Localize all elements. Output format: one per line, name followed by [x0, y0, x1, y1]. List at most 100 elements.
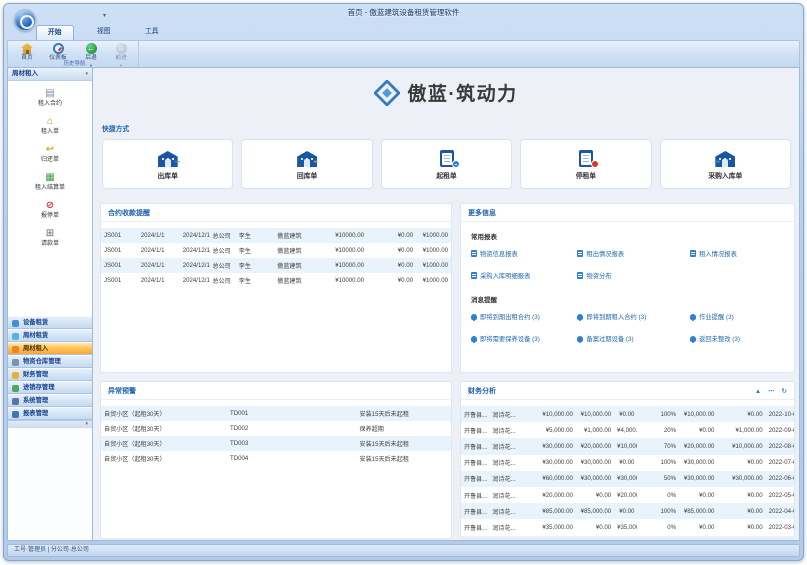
table-row[interactable]: 开鲁县...润诗花... ¥10,000.00¥10,000.00 ¥0.001…	[461, 406, 794, 422]
shortcut-card[interactable]: 回库单	[241, 139, 372, 189]
cell: 傲蓝建筑	[274, 228, 325, 243]
report-link[interactable]: 租出情况报表	[577, 249, 690, 258]
sidebar-nav-button[interactable]: 设备租赁	[8, 316, 92, 329]
report-file-icon	[690, 250, 696, 257]
cell: 李生	[236, 243, 275, 258]
report-link[interactable]: 物资分布	[577, 271, 690, 280]
cell: JS001	[101, 258, 138, 273]
table-row[interactable]: 自贸小区（起租30天） TD001 安装15天后未起租	[101, 406, 451, 421]
title-bar[interactable]: 首页 - 傲蓝建筑设备租赁管理软件	[4, 4, 803, 24]
refresh-icon[interactable]: ↻	[782, 388, 787, 395]
sidebar-nav-button[interactable]: 报表管理	[8, 407, 92, 420]
outbound-order-icon	[156, 148, 180, 167]
cell: ¥0.00	[717, 519, 765, 535]
sidebar-item[interactable]: 租入单	[8, 113, 92, 141]
table-row[interactable]: 开鲁县...润诗花... ¥5,000.00¥1,000.00 ¥4,000.0…	[461, 422, 794, 438]
sidebar-item[interactable]: 租入结算单	[8, 169, 92, 197]
sidebar-overflow-chevron[interactable]: ▾	[8, 420, 92, 428]
table-row[interactable]: 开鲁县...润诗花... ¥35,000.00¥35,000.00 ¥0.001…	[461, 536, 794, 540]
forward-icon: →	[116, 43, 127, 54]
table-row[interactable]: JS0012024/1/1 2024/12/12总公司 李生傲蓝建筑 ¥1000…	[101, 258, 451, 273]
cell: ¥35,000.00	[576, 536, 614, 540]
shortcut-card[interactable]: 采购入库单	[660, 139, 791, 189]
cell: ¥0.00	[367, 258, 416, 273]
shortcut-cards: 出库单 回库单 起租单	[102, 139, 791, 189]
cell: 傲蓝建筑	[274, 258, 325, 273]
message-link[interactable]: 返回未整改 (3)	[690, 334, 784, 343]
sidebar-nav-button[interactable]: 进销存管理	[8, 381, 92, 394]
tab-start[interactable]: 开始	[36, 25, 74, 40]
table-row[interactable]: 自贸小区（起租30天） TD004 安装15天后未起租	[101, 451, 451, 466]
message-link[interactable]: 即将到期出租合约 (3)	[471, 312, 577, 321]
sidebar-item[interactable]: 归还单	[8, 141, 92, 169]
report-link[interactable]: 采购入库明细报表	[471, 271, 577, 280]
cell: ¥30,000.00	[717, 471, 765, 487]
cell: ¥10,000.00	[576, 406, 614, 422]
report-link[interactable]: 租入情况报表	[690, 249, 784, 258]
shortcut-card[interactable]: 出库单	[102, 139, 233, 189]
sidebar-nav-button[interactable]: 物资仓库管理	[8, 355, 92, 368]
table-row[interactable]: 开鲁县...润诗花... ¥60,000.00¥30,000.00 ¥30,00…	[461, 471, 794, 487]
table-row[interactable]: 开鲁县...润诗花... ¥35,000.00¥0.00 ¥35,000.000…	[461, 519, 794, 535]
cell: 50%	[637, 471, 679, 487]
quick-access-caret-icon[interactable]: ▾	[103, 12, 106, 19]
table-row[interactable]: JS0012024/1/1 2024/12/12总公司 李生傲蓝建筑 ¥1000…	[101, 228, 451, 243]
message-link[interactable]: 作业提醒 (3)	[690, 312, 784, 321]
report-links: 物资信息报表 租出情况报表 租入情况报表 采购入库明细报表 物资分布	[461, 249, 794, 280]
message-link[interactable]: 即将到期租入合约 (3)	[577, 312, 690, 321]
cell: 开鲁县...	[461, 487, 489, 503]
shortcut-card[interactable]: 起租单	[381, 139, 512, 189]
cell: ¥0.00	[367, 243, 416, 258]
shortcut-card[interactable]: 停租单	[520, 139, 651, 189]
bell-icon	[577, 314, 583, 320]
cell: 2024/1/1	[138, 243, 180, 258]
sidebar-nav-button[interactable]: 周材租赁	[8, 329, 92, 342]
cell: 2022-04-01	[766, 503, 794, 519]
cell: 安装15天后未起租	[357, 451, 452, 466]
sidebar-item[interactable]: 租入合约	[8, 85, 92, 113]
panel-collapse-icon[interactable]: ▾	[85, 68, 88, 80]
warnings-table: 自贸小区（起租30天） TD001 安装15天后未起租 自贸小区（起租30天） …	[101, 400, 451, 466]
sidebar-nav-button[interactable]: 系统管理	[8, 394, 92, 407]
sidebar-item-list: 租入合约 租入单 归还单 租入结算单 报停单 请款单	[8, 81, 92, 316]
chart-icon[interactable]: ▲	[755, 388, 761, 395]
sidebar-item[interactable]: 请款单	[8, 225, 92, 253]
cell: ¥1000.00	[416, 273, 451, 288]
cell: 2022-06-01	[766, 471, 794, 487]
table-row[interactable]: 开鲁县...润诗花... ¥30,000.00¥30,000.00 ¥0.001…	[461, 455, 794, 471]
table-row[interactable]: JS0012024/1/1 2024/12/12总公司 李生傲蓝建筑 ¥1000…	[101, 273, 451, 288]
cell: 自贸小区（起租30天）	[101, 451, 227, 466]
cell: 自贸小区（起租30天）	[101, 436, 227, 451]
cell: 总公司	[210, 273, 236, 288]
table-row[interactable]: 开鲁县...润诗花... ¥20,000.00¥0.00 ¥20,000.000…	[461, 487, 794, 503]
table-row[interactable]: 开鲁县...润诗花... ¥30,000.00¥20,000.00 ¥10,00…	[461, 438, 794, 454]
cell: 100%	[637, 406, 679, 422]
sidebar-nav-button[interactable]: 财务管理	[8, 368, 92, 381]
cell: 总公司	[210, 258, 236, 273]
more-options-icon[interactable]: ⋯	[768, 388, 775, 395]
message-link[interactable]: 备案过期设备 (3)	[577, 334, 690, 343]
cell: 2022-03-01	[766, 519, 794, 535]
app-orb-button[interactable]	[14, 9, 36, 31]
more-info-title: 更多信息	[461, 204, 794, 222]
cell: 润诗花...	[489, 536, 532, 540]
sidebar-nav-button[interactable]: 周材租入	[8, 342, 92, 355]
brand: 傲蓝·筑动力	[93, 79, 799, 106]
table-row[interactable]: 开鲁县...润诗花... ¥85,000.00¥85,000.00 ¥0.001…	[461, 503, 794, 519]
report-link[interactable]: 物资信息报表	[471, 249, 577, 258]
sidebar: 周材租入 ▾ 租入合约 租入单 归还单 租入结算单 报停单	[7, 67, 93, 541]
table-row[interactable]: 自贸小区（起租30天） TD003 安装15天后未起租	[101, 436, 451, 451]
reports-subtitle: 常用报表	[471, 231, 784, 241]
tab-tools[interactable]: 工具	[134, 25, 170, 40]
cell: 傲蓝建筑	[274, 243, 325, 258]
cell: 开鲁县...	[461, 438, 489, 454]
system-mgmt-icon	[12, 398, 19, 405]
cell: ¥85,000.00	[576, 503, 614, 519]
table-row[interactable]: JS0012024/1/1 2024/12/12总公司 李生傲蓝建筑 ¥1000…	[101, 243, 451, 258]
cell: 2024/1/1	[138, 228, 180, 243]
sidebar-item[interactable]: 报停单	[8, 197, 92, 225]
tab-view[interactable]: 视图	[86, 25, 122, 40]
table-row[interactable]: 自贸小区（起租30天） TD002 保养超期	[101, 421, 451, 436]
message-link[interactable]: 即将需要保养设备 (3)	[471, 334, 577, 343]
cell: ¥10,000.00	[533, 406, 576, 422]
